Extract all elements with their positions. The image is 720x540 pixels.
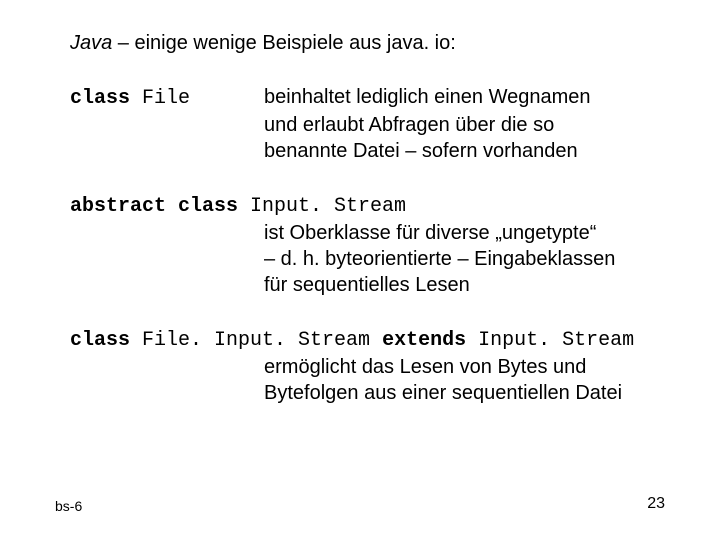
footer-left: bs-6 bbox=[55, 497, 82, 515]
block-inputstream-decl: abstract class Input. Stream bbox=[70, 192, 660, 220]
keyword-extends: extends bbox=[370, 329, 478, 352]
block-file-decl: class File bbox=[70, 84, 264, 112]
block-fileinputstream-desc-l2: Bytefolgen aus einer sequentiellen Datei bbox=[264, 380, 660, 406]
classname-inputstream: Input. Stream bbox=[250, 195, 406, 218]
keyword-abstract-class: abstract class bbox=[70, 195, 250, 218]
block-inputstream-desc-l1: ist Oberklasse für diverse „ungetypte“ bbox=[264, 220, 660, 246]
block-fileinputstream-decl: class File. Input. Stream extends Input.… bbox=[70, 326, 660, 354]
block-inputstream-desc-l2: – d. h. byteorientierte – Eingabeklassen bbox=[264, 246, 660, 272]
keyword-class-2: class bbox=[70, 329, 142, 352]
title-java: Java bbox=[70, 32, 112, 54]
classname-inputstream-2: Input. Stream bbox=[478, 329, 634, 352]
block-file-desc-l3: benannte Datei – sofern vorhanden bbox=[264, 138, 660, 164]
title-rest: – einige wenige Beispiele aus java. io: bbox=[112, 32, 456, 54]
block-file: class File beinhaltet lediglich einen We… bbox=[70, 84, 660, 164]
block-file-desc-l1: beinhaltet lediglich einen Wegnamen bbox=[264, 84, 660, 112]
block-file-desc-l2: und erlaubt Abfragen über die so bbox=[264, 112, 660, 138]
block-inputstream-desc-l3: für sequentielles Lesen bbox=[264, 272, 660, 298]
classname-fileinputstream: File. Input. Stream bbox=[142, 329, 370, 352]
slide: Java – einige wenige Beispiele aus java.… bbox=[0, 0, 720, 540]
block-fileinputstream-desc-l1: ermöglicht das Lesen von Bytes und bbox=[264, 354, 660, 380]
block-fileinputstream: class File. Input. Stream extends Input.… bbox=[70, 326, 660, 406]
block-inputstream: abstract class Input. Stream ist Oberkla… bbox=[70, 192, 660, 298]
block-file-line1: class File beinhaltet lediglich einen We… bbox=[70, 84, 660, 112]
footer-right: 23 bbox=[647, 494, 665, 515]
classname-file: File bbox=[142, 87, 190, 110]
keyword-class: class bbox=[70, 87, 142, 110]
slide-title: Java – einige wenige Beispiele aus java.… bbox=[70, 30, 660, 56]
